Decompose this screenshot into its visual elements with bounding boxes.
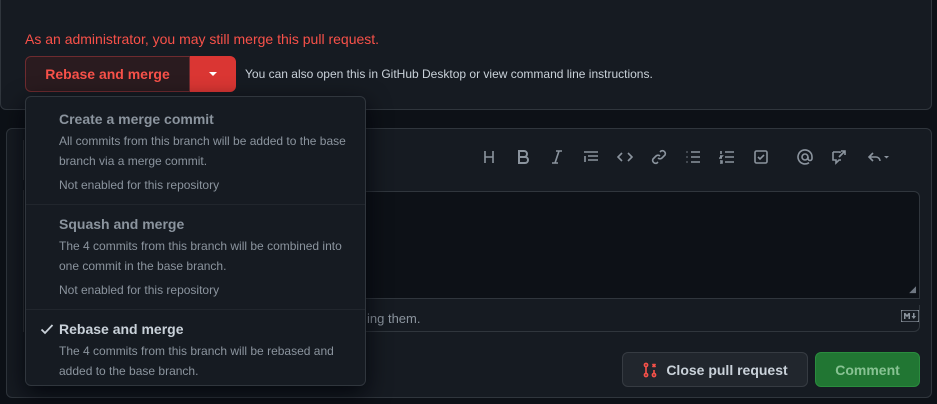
or-text: or	[469, 67, 481, 81]
merge-option-note: Not enabled for this repository	[59, 178, 220, 192]
code-icon[interactable]	[614, 146, 636, 168]
pull-request-merge-panel: As an administrator, you may still merge…	[0, 0, 937, 404]
merge-option-title: Create a merge commit	[59, 111, 214, 127]
attach-files-hint: ing them.	[367, 311, 421, 326]
mention-icon[interactable]	[794, 146, 816, 168]
bold-icon[interactable]	[512, 146, 534, 168]
alternative-merge-options: You can also open this in GitHub Desktop…	[245, 67, 653, 81]
comment-button[interactable]: Comment	[815, 352, 920, 387]
italic-icon[interactable]	[546, 146, 568, 168]
git-pull-request-closed-icon	[643, 362, 657, 377]
comment-side-area	[6, 190, 24, 332]
merge-option-squash-and-merge[interactable]: Squash and merge The 4 commits from this…	[26, 205, 365, 308]
saved-reply-icon[interactable]	[862, 146, 894, 168]
resize-handle-icon[interactable]: ◢	[909, 284, 916, 295]
comment-textarea[interactable]: ◢	[353, 191, 920, 299]
merge-option-title: Squash and merge	[59, 216, 185, 232]
cross-reference-icon[interactable]	[828, 146, 850, 168]
task-list-icon[interactable]	[750, 146, 772, 168]
command-line-instructions-link[interactable]: view command line instructions	[483, 67, 649, 81]
numbered-list-icon[interactable]	[716, 146, 738, 168]
attach-files-bar[interactable]	[353, 305, 920, 332]
comment-tab-area	[6, 140, 24, 180]
merge-option-note: Not enabled for this repository	[59, 283, 220, 297]
merge-option-title: Rebase and merge	[59, 321, 184, 337]
open-in-desktop-link[interactable]: open this in GitHub Desktop	[317, 67, 466, 81]
also-prefix: You can also	[245, 67, 314, 81]
heading-icon[interactable]	[478, 146, 500, 168]
merge-method-menu: Create a merge commit All commits from t…	[25, 96, 366, 386]
merge-method-dropdown-toggle[interactable]	[190, 56, 236, 92]
markdown-icon[interactable]	[900, 309, 920, 323]
bulleted-list-icon[interactable]	[682, 146, 704, 168]
rebase-and-merge-button[interactable]: Rebase and merge	[25, 56, 190, 92]
close-pull-request-button[interactable]: Close pull request	[622, 352, 808, 387]
markdown-toolbar	[478, 146, 906, 168]
merge-box	[0, 0, 932, 110]
merge-option-create-merge-commit[interactable]: Create a merge commit All commits from t…	[26, 97, 365, 202]
merge-option-description: The 4 commits from this branch will be c…	[59, 239, 342, 273]
close-pull-request-label: Close pull request	[666, 361, 788, 378]
period: .	[649, 67, 653, 81]
check-icon	[40, 324, 54, 335]
merge-button-group: Rebase and merge	[25, 56, 236, 92]
quote-icon[interactable]	[580, 146, 602, 168]
merge-option-description: The 4 commits from this branch will be r…	[59, 344, 334, 378]
link-icon[interactable]	[648, 146, 670, 168]
triangle-down-icon	[209, 72, 217, 76]
admin-merge-notice: As an administrator, you may still merge…	[25, 31, 380, 47]
merge-option-rebase-and-merge[interactable]: Rebase and merge The 4 commits from this…	[26, 310, 365, 385]
merge-option-description: All commits from this branch will be add…	[59, 134, 346, 168]
